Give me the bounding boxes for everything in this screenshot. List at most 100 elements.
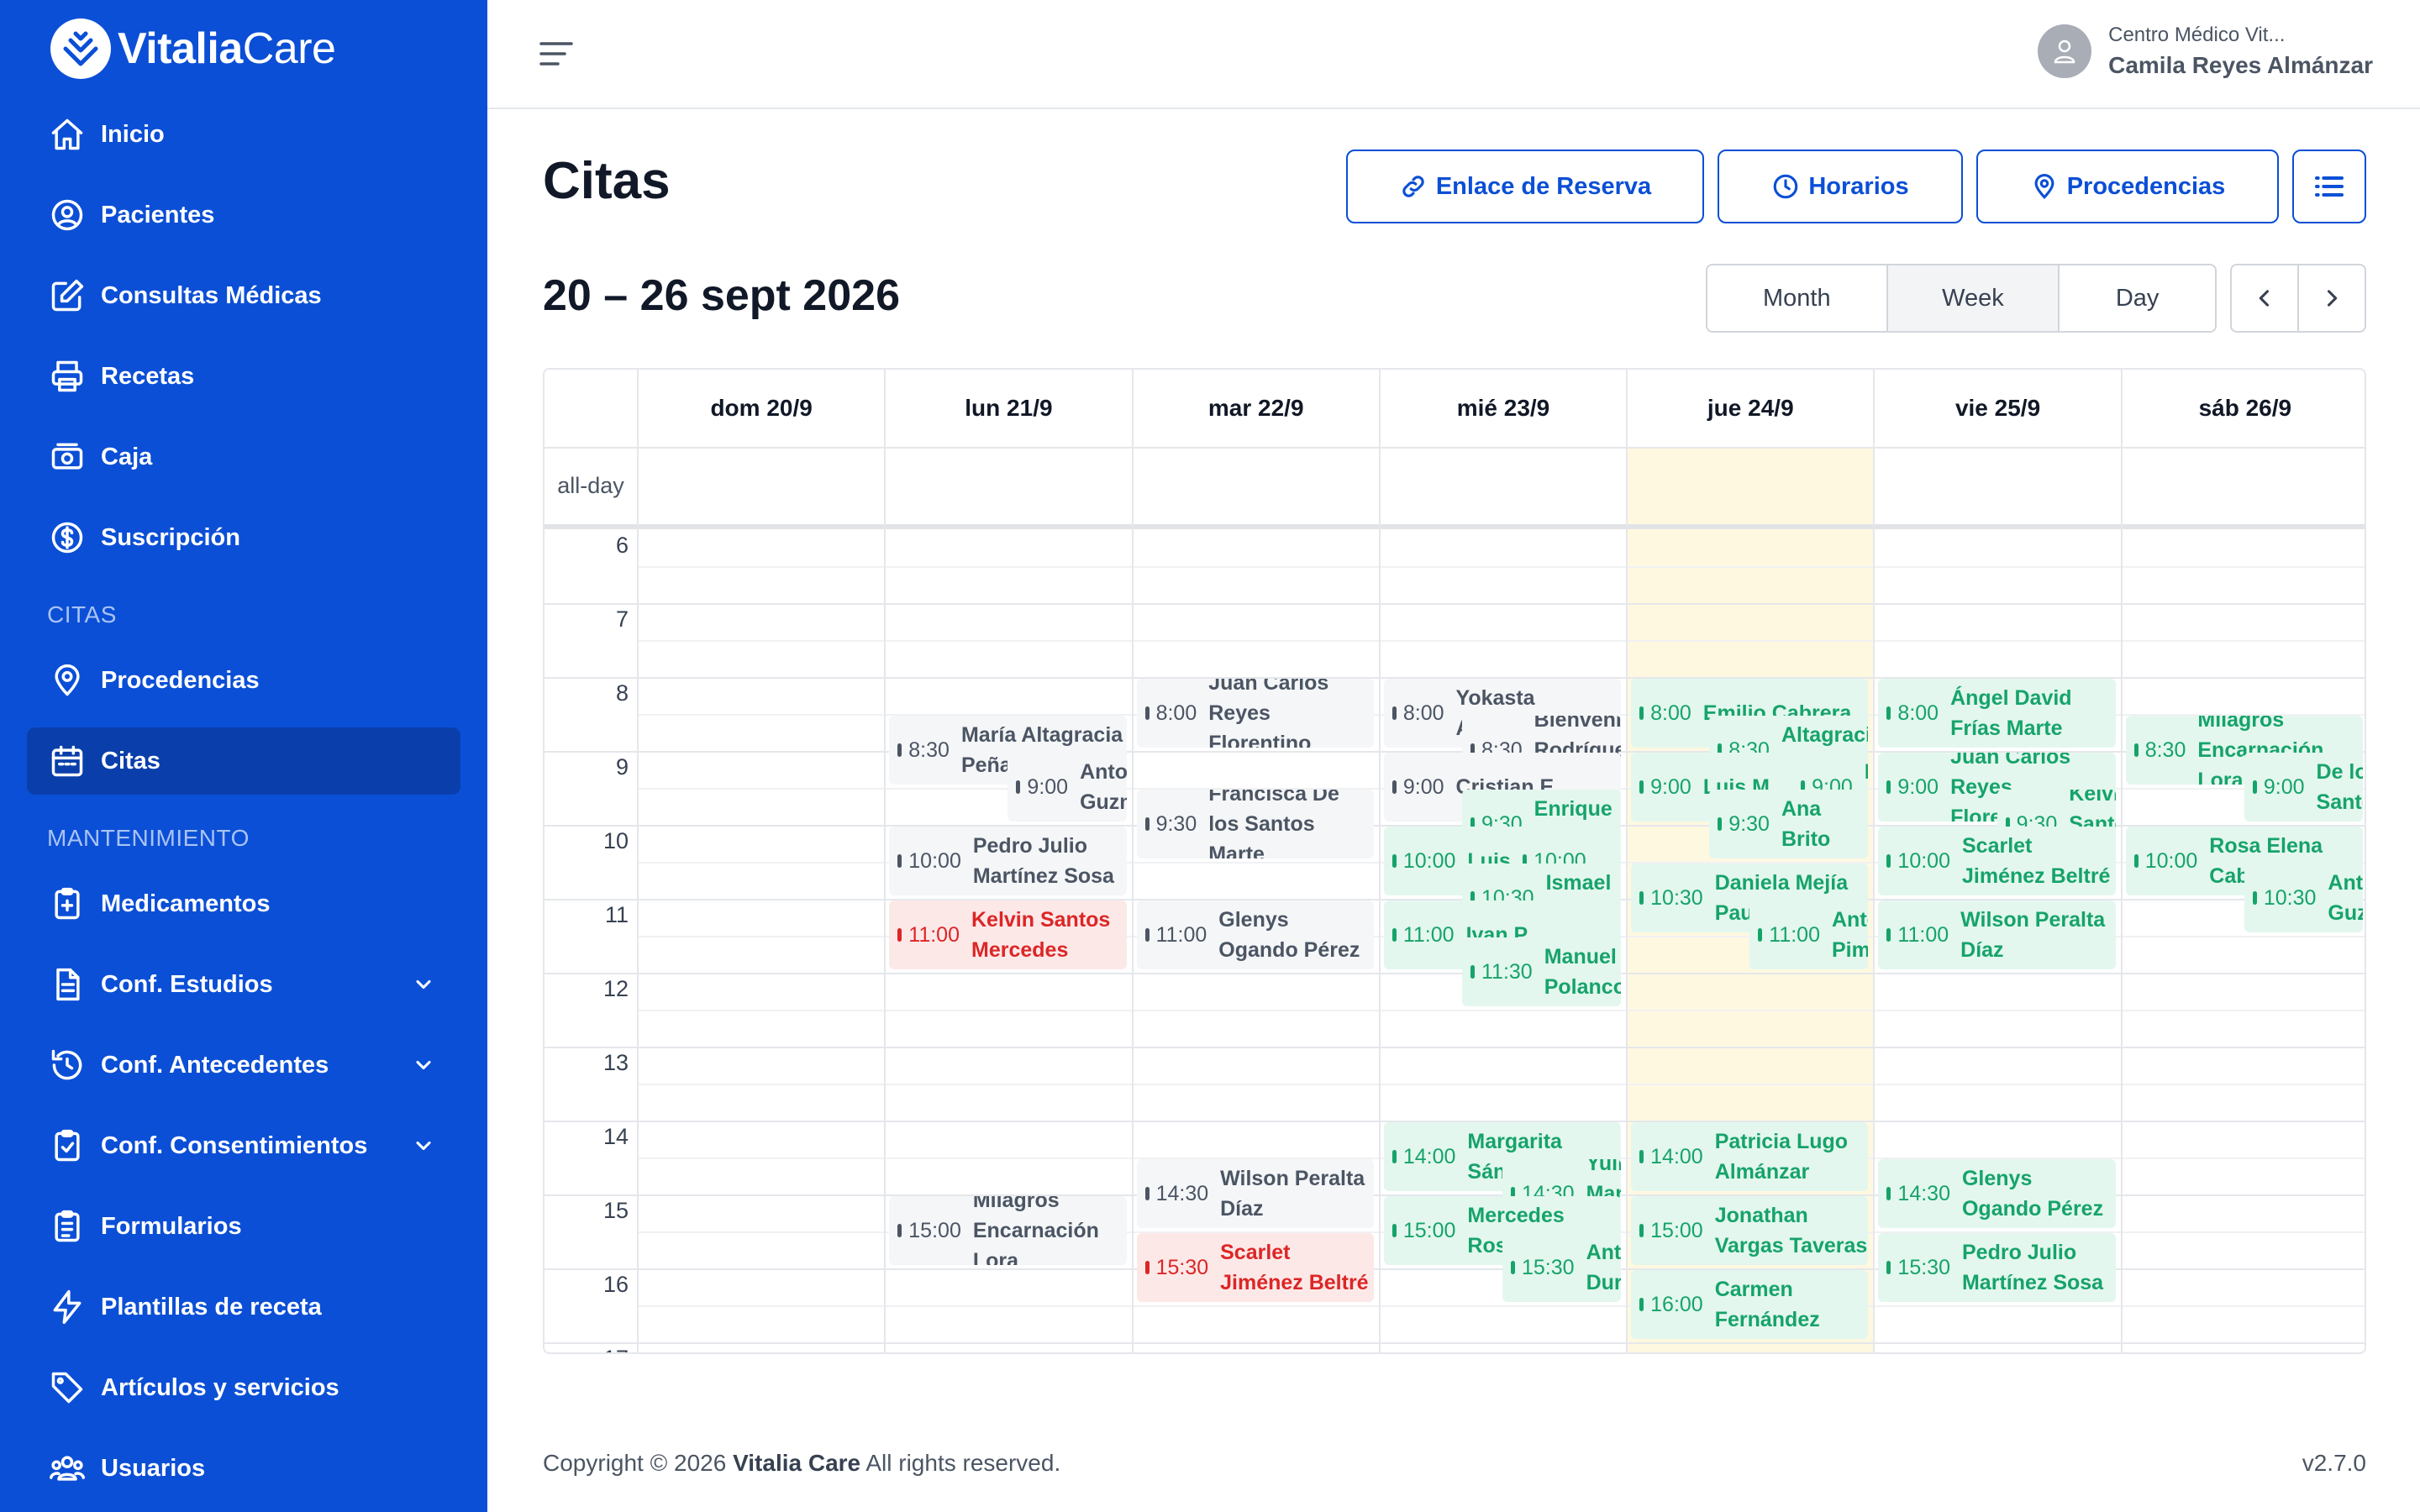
appointment-event[interactable]: 10:00 Scarlet Jiménez Beltré: [1878, 827, 2116, 895]
cash-icon: [51, 443, 83, 470]
hour-line: [544, 1342, 2365, 1344]
brand-logo[interactable]: VitaliaCare: [47, 13, 336, 84]
appointment-event[interactable]: 11:00 Kelvin Santos Mercedes: [889, 900, 1127, 969]
event-time: 11:00: [1402, 922, 1455, 947]
appointment-event[interactable]: 14:00 Patricia Lugo Almánzar: [1631, 1122, 1869, 1191]
sidebar-item-pacientes[interactable]: Pacientes: [27, 181, 460, 249]
bolt-icon: [53, 1289, 82, 1325]
appointment-event[interactable]: 11:00 Glenys Ogando Pérez: [1136, 900, 1374, 969]
user-menu[interactable]: Centro Médico Vit... Camila Reyes Almánz…: [2038, 24, 2373, 79]
sidebar-item-label: Consultas Médicas: [101, 281, 322, 309]
event-time: 15:30: [1897, 1255, 1950, 1279]
event-time: 8:00: [1155, 701, 1197, 725]
appointment-event[interactable]: 10:00 Pedro Julio Martínez Sosa: [889, 827, 1127, 895]
appointment-event[interactable]: 9:00 Antonio Guzmán: [1007, 753, 1127, 822]
sidebar-item-medicamentos[interactable]: Medicamentos: [27, 870, 460, 937]
list-view-button[interactable]: [2292, 150, 2366, 223]
hour-label: 15: [602, 1198, 629, 1223]
appointment-event[interactable]: 8:00 Ángel David Frías Marte: [1878, 679, 2116, 748]
event-patient-name: Antonio Guzmán: [1080, 760, 1127, 814]
event-time: 9:00: [2263, 774, 2305, 799]
day-header[interactable]: dom 20/9: [637, 370, 884, 447]
appointment-event[interactable]: 9:30 Francisca De los Santos Marte: [1136, 790, 1374, 858]
sidebar-item-citas[interactable]: Citas: [27, 727, 460, 795]
sidebar-item-procedencias[interactable]: Procedencias: [27, 647, 460, 714]
section-citas-label: CITAS: [47, 601, 117, 627]
schedules-button[interactable]: Horarios: [1718, 150, 1963, 223]
appointment-event[interactable]: 16:00 Carmen Fernández: [1631, 1270, 1869, 1339]
day-header[interactable]: vie 25/9: [1873, 370, 2120, 447]
event-time: 11:30: [1481, 959, 1533, 984]
day-header[interactable]: mié 23/9: [1378, 370, 1626, 447]
event-time: 15:30: [1522, 1255, 1575, 1279]
booking-link-button[interactable]: Enlace de Reserva: [1346, 150, 1704, 223]
hour-line: [544, 603, 2365, 605]
view-day-button[interactable]: Day: [2060, 265, 2215, 331]
day-header[interactable]: lun 21/9: [884, 370, 1131, 447]
status-dot: [897, 928, 902, 942]
event-time: 10:00: [908, 848, 961, 873]
appointment-event[interactable]: 14:30 Glenys Ogando Pérez: [1878, 1159, 2116, 1228]
appointment-event[interactable]: 15:00 Jonathan Vargas Taveras: [1631, 1196, 1869, 1265]
status-dot: [1886, 706, 1891, 720]
app-version: v2.7.0: [2302, 1450, 2366, 1476]
day-column-line: [2120, 447, 2123, 1352]
status-dot: [1886, 1187, 1891, 1200]
sidebar-item-caja[interactable]: Caja: [27, 423, 460, 491]
appointment-event[interactable]: 15:00 Milagros Encarnación Lora: [889, 1196, 1127, 1265]
appointment-event[interactable]: 11:00 Antonio Pimentel: [1749, 900, 1869, 969]
appointment-event[interactable]: 15:30 Scarlet Jiménez Beltré: [1136, 1233, 1374, 1302]
status-dot: [1758, 928, 1763, 942]
half-hour-line: [637, 566, 2365, 568]
next-week-button[interactable]: [2299, 265, 2365, 331]
status-dot: [1144, 928, 1150, 942]
sidebar-item-conf-consentimientos[interactable]: Conf. Consentimientos: [27, 1112, 460, 1179]
grid-line: [544, 447, 2365, 449]
day-header[interactable]: mar 22/9: [1131, 370, 1379, 447]
event-time: 15:00: [908, 1218, 961, 1242]
event-time: 11:00: [908, 922, 960, 947]
location-icon: [2034, 173, 2054, 199]
user-name: Camila Reyes Almánzar: [2108, 52, 2373, 78]
sidebar-item-conf-antecedentes[interactable]: Conf. Antecedentes: [27, 1032, 460, 1099]
sidebar-item-inicio[interactable]: Inicio: [27, 101, 460, 168]
origins-button[interactable]: Procedencias: [1976, 150, 2279, 223]
sidebar-item-articulos-y-servicios[interactable]: Artículos y servicios: [27, 1354, 460, 1421]
appointment-event[interactable]: 9:00 De los Santos: [2244, 753, 2363, 822]
appointment-event[interactable]: 11:00 Wilson Peralta Díaz: [1878, 900, 2116, 969]
appointment-event[interactable]: 11:30 Manuel Polanco: [1462, 937, 1622, 1006]
appointment-event[interactable]: 8:00 Juan Carlos Reyes Florentino: [1136, 679, 1374, 748]
sidebar-item-label: Medicamentos: [101, 890, 271, 917]
sidebar-item-conf-estudios[interactable]: Conf. Estudios: [27, 951, 460, 1018]
sidebar-item-consultas-medicas[interactable]: Consultas Médicas: [27, 262, 460, 329]
status-dot: [2252, 891, 2257, 905]
appointment-event[interactable]: 9:30 Ana Brito: [1709, 790, 1869, 858]
location-icon: [55, 664, 80, 696]
status-dot: [1470, 965, 1475, 979]
sidebar-item-recetas[interactable]: Recetas: [27, 343, 460, 410]
sidebar-item-usuarios[interactable]: Usuarios: [27, 1435, 460, 1502]
status-dot: [1392, 928, 1397, 942]
user-icon: [2054, 39, 2075, 64]
appointment-event[interactable]: 15:30 Pedro Julio Martínez Sosa: [1878, 1233, 2116, 1302]
appointment-event[interactable]: 14:30 Wilson Peralta Díaz: [1136, 1159, 1374, 1228]
clipboard-check-icon: [55, 1129, 80, 1162]
day-header[interactable]: sáb 26/9: [2120, 370, 2365, 447]
appointment-event[interactable]: 15:30 Antonio Durán: [1502, 1233, 1622, 1302]
view-month-button[interactable]: Month: [1707, 265, 1888, 331]
sidebar-item-formularios[interactable]: Formularios: [27, 1193, 460, 1260]
status-dot: [1144, 817, 1150, 831]
menu-toggle-icon[interactable]: [538, 37, 575, 71]
event-time: 14:00: [1650, 1144, 1703, 1168]
event-time: 8:30: [908, 738, 950, 762]
appointment-event[interactable]: 10:30 Antonio Guzmán: [2244, 864, 2363, 932]
sidebar-item-suscripcion[interactable]: Suscripción: [27, 504, 460, 571]
prev-week-button[interactable]: [2232, 265, 2299, 331]
sidebar-item-plantillas-de-receta[interactable]: Plantillas de receta: [27, 1273, 460, 1341]
clock-icon: [1774, 174, 1798, 199]
status-dot: [1639, 1298, 1644, 1311]
event-patient-name: Pedro Julio Martínez Sosa: [1961, 1241, 2104, 1294]
view-week-button[interactable]: Week: [1887, 265, 2060, 331]
day-header[interactable]: jue 24/9: [1626, 370, 1873, 447]
event-time: 9:00: [1897, 774, 1939, 799]
